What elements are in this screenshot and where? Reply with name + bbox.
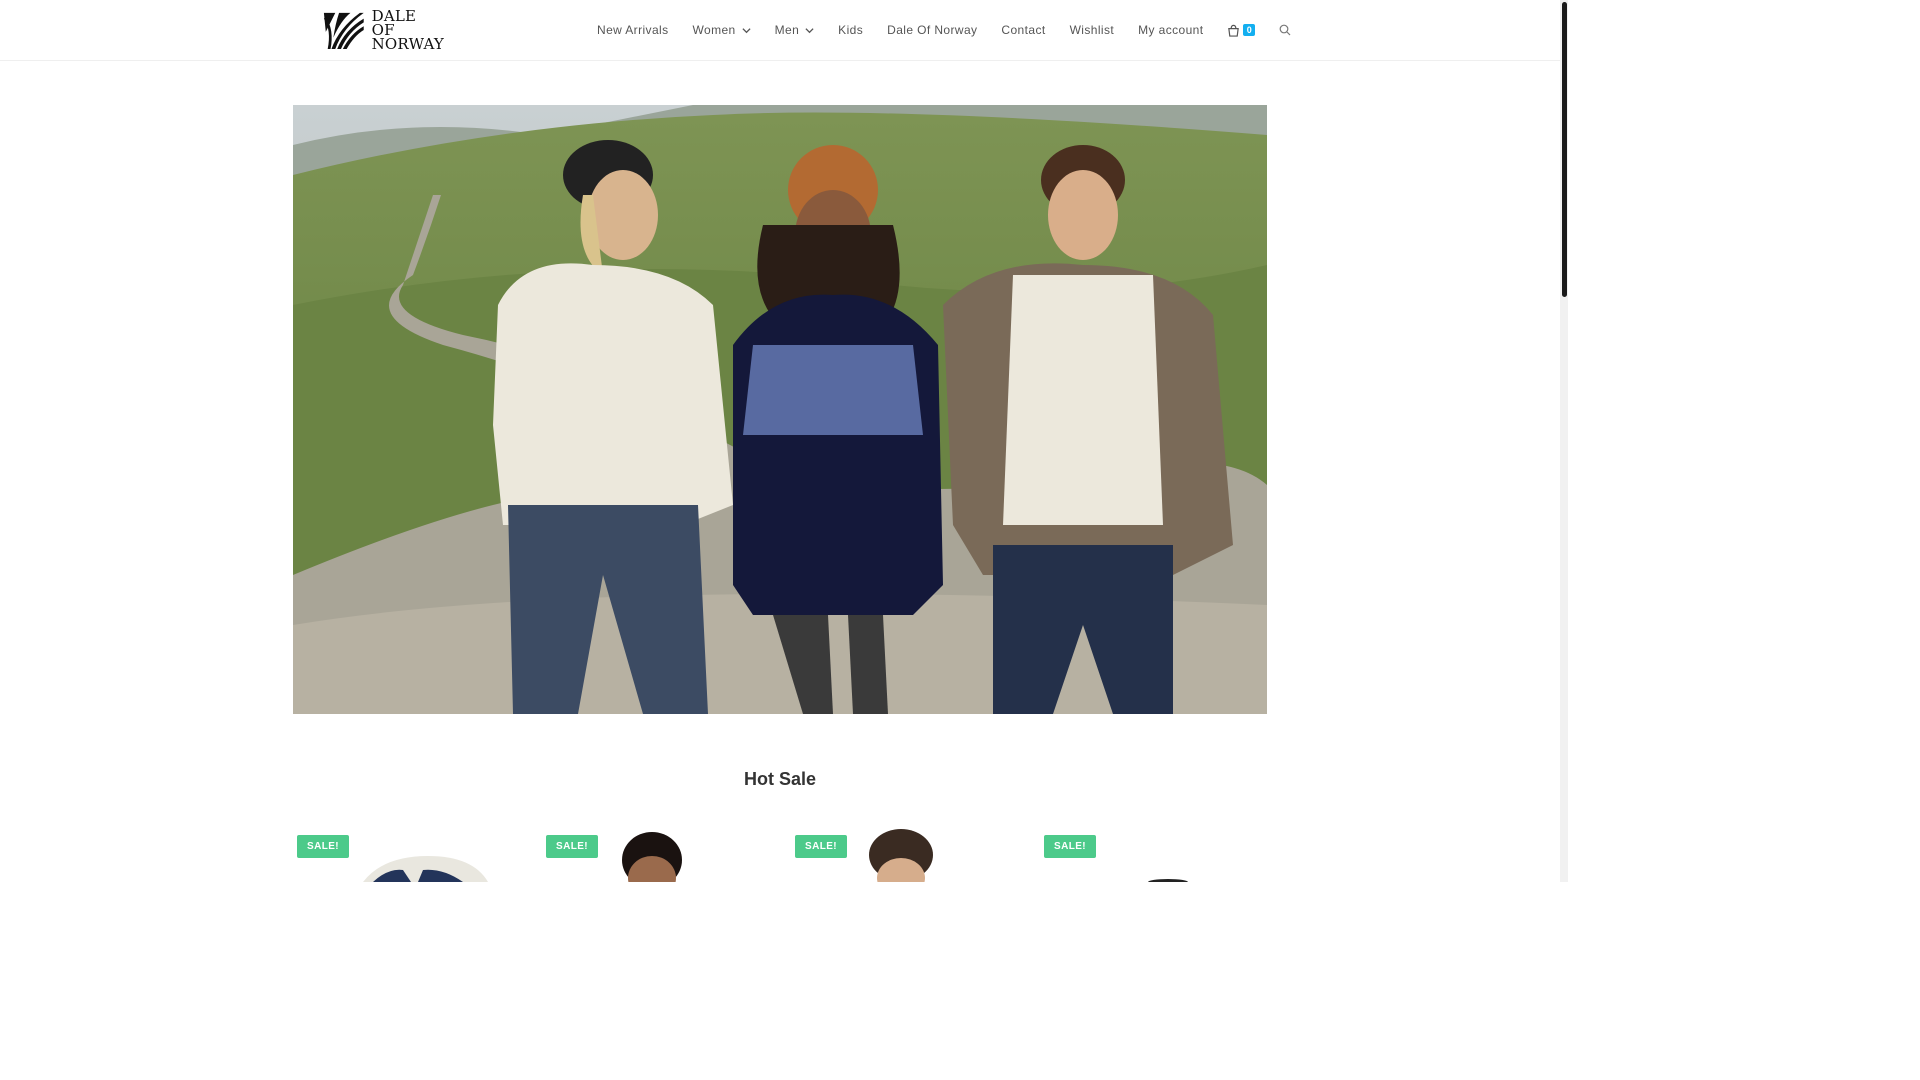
nav-item-label: Dale Of Norway — [887, 23, 978, 37]
shopping-bag-icon — [1228, 24, 1240, 37]
page-scrollbar[interactable] — [1560, 0, 1568, 882]
scrollbar-thumb[interactable] — [1562, 2, 1567, 297]
nav-item-men[interactable]: Men — [763, 0, 827, 60]
search-icon — [1280, 24, 1291, 36]
sale-badge: SALE! — [795, 835, 847, 858]
nav-item-label: New Arrivals — [597, 23, 669, 37]
search-toggle[interactable] — [1267, 0, 1303, 60]
product-card[interactable]: SALE! — [1040, 820, 1270, 882]
nav-item-contact[interactable]: Contact — [989, 0, 1057, 60]
chevron-down-icon — [805, 27, 814, 33]
site-header: DALE OF NORWAY New Arrivals Women Men Ki… — [0, 0, 1560, 61]
logo-line-3: NORWAY — [371, 35, 444, 53]
nav-item-label: My account — [1138, 23, 1204, 37]
sale-badge: SALE! — [1044, 835, 1096, 858]
nav-item-label: Contact — [1001, 23, 1046, 37]
nav-item-label: Kids — [838, 23, 864, 37]
product-card[interactable]: SALE! — [791, 820, 1021, 882]
hero-illustration — [293, 105, 1267, 714]
cart-count-badge: 0 — [1243, 24, 1256, 36]
nav-item-label: Wishlist — [1069, 23, 1115, 37]
sale-badge: SALE! — [546, 835, 598, 858]
product-card[interactable]: SALE! — [542, 820, 772, 882]
sale-badge: SALE! — [297, 835, 349, 858]
hot-sale-product-grid: SALE! SALE! SALE! SALE! — [293, 820, 1267, 882]
nav-item-dale-of-norway[interactable]: Dale Of Norway — [875, 0, 989, 60]
nav-item-kids[interactable]: Kids — [826, 0, 875, 60]
nav-item-women[interactable]: Women — [680, 0, 762, 60]
product-card[interactable]: SALE! — [293, 820, 523, 882]
brand-logo[interactable]: DALE OF NORWAY — [322, 7, 444, 53]
cart-button[interactable]: 0 — [1215, 0, 1267, 60]
hot-sale-heading: Hot Sale — [743, 769, 817, 789]
logo-mark-icon — [323, 12, 364, 49]
nav-item-label: Men — [774, 23, 800, 37]
chevron-down-icon — [742, 27, 751, 33]
nav-item-new-arrivals[interactable]: New Arrivals — [585, 0, 680, 60]
nav-item-label: Women — [692, 23, 736, 37]
hero-banner-image[interactable] — [293, 105, 1267, 714]
main-navigation: New Arrivals Women Men Kids Dale Of Norw… — [585, 0, 1303, 60]
logo-text: DALE OF NORWAY — [371, 9, 444, 53]
nav-item-my-account[interactable]: My account — [1126, 0, 1215, 60]
nav-item-wishlist[interactable]: Wishlist — [1058, 0, 1127, 60]
